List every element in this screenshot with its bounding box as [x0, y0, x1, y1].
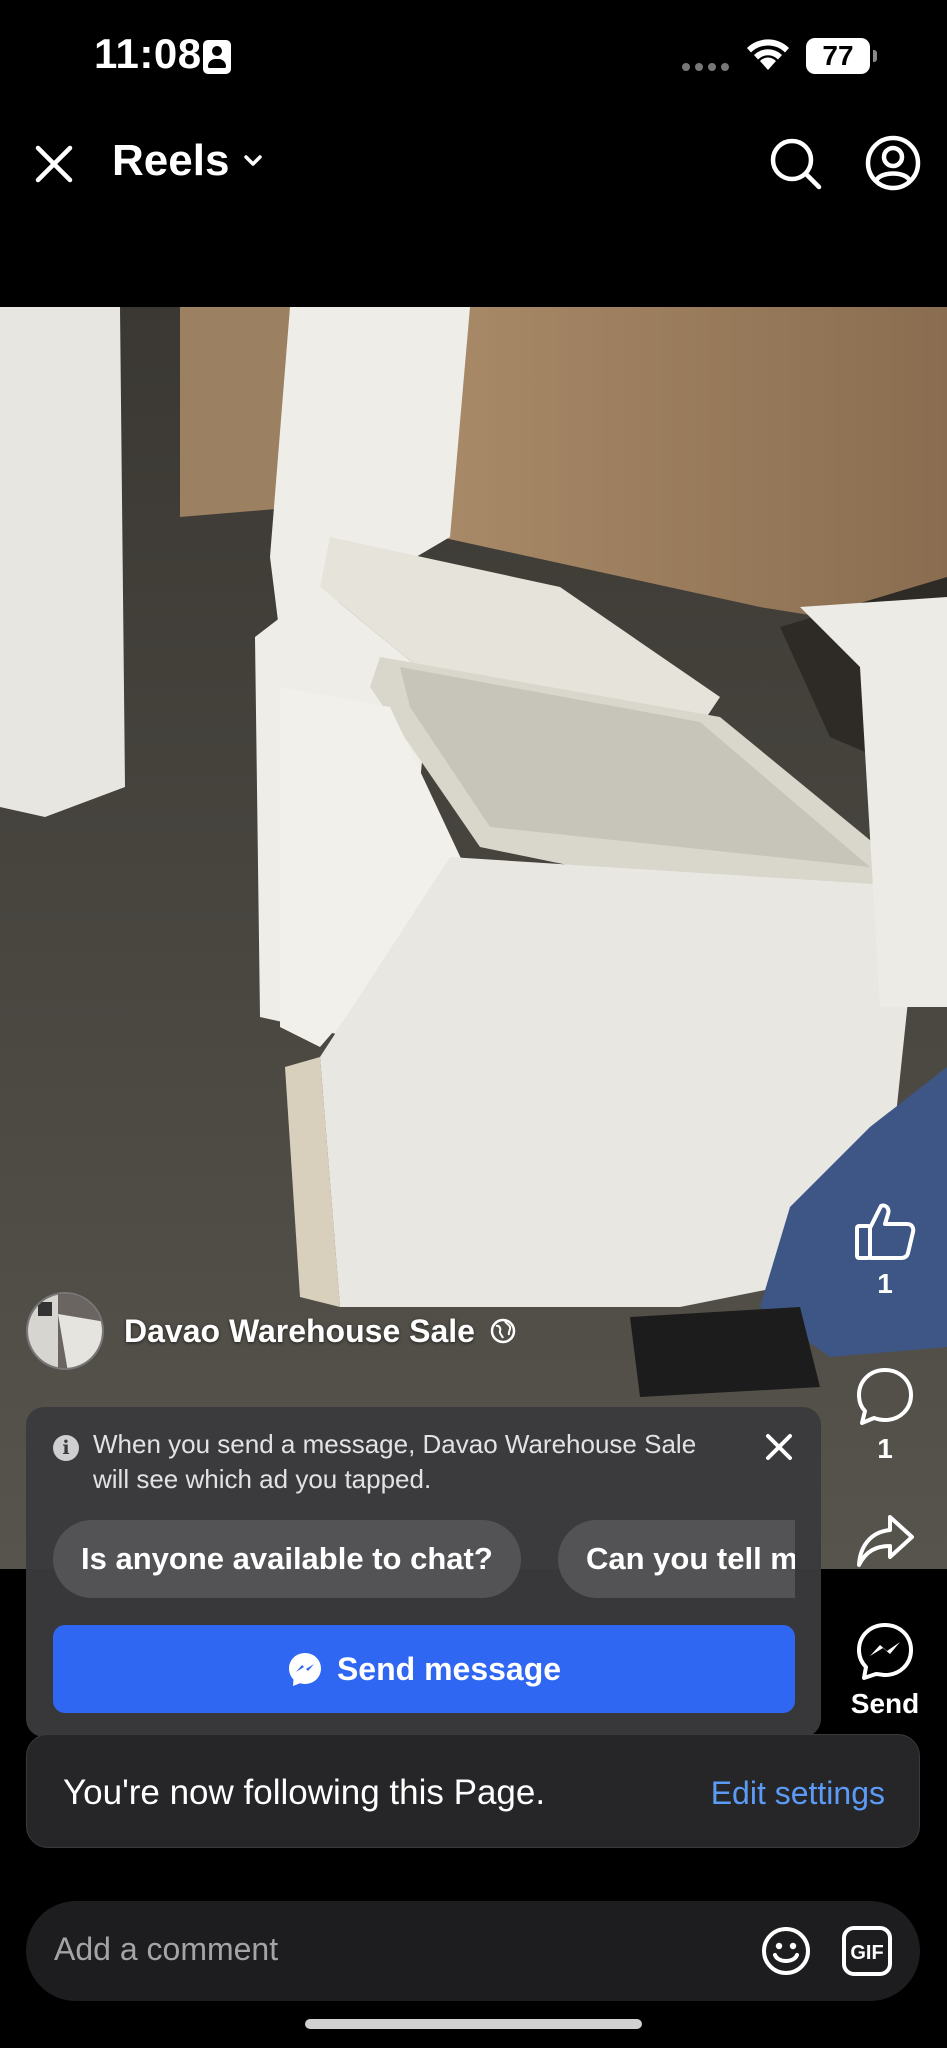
avatar[interactable]	[26, 1292, 104, 1370]
quick-reply-chip[interactable]: Is anyone available to chat?	[53, 1520, 521, 1598]
message-ad-panel: i When you send a message, Davao Warehou…	[26, 1407, 821, 1737]
battery-icon: 77	[806, 38, 877, 74]
quick-reply-chip[interactable]: Can you tell me more about this?	[558, 1520, 795, 1598]
comment-count: 1	[877, 1433, 893, 1464]
page-avatar-image	[28, 1294, 102, 1368]
close-icon	[35, 145, 73, 183]
close-icon	[766, 1434, 792, 1460]
comment-icon	[857, 1368, 913, 1425]
follow-toast: You're now following this Page. Edit set…	[26, 1734, 920, 1848]
messenger-icon	[288, 1653, 321, 1686]
messenger-icon	[857, 1623, 913, 1680]
page-title: Reels	[112, 136, 230, 185]
close-button[interactable]	[28, 138, 80, 190]
search-icon	[770, 138, 822, 190]
chevron-down-icon	[244, 155, 263, 166]
home-indicator	[305, 2019, 642, 2029]
comment-input[interactable]: Add a comment GIF	[26, 1901, 920, 2001]
svg-text:GIF: GIF	[850, 1942, 883, 1964]
video-frame-image	[0, 307, 947, 1569]
profile-icon	[865, 135, 921, 191]
send-message-button[interactable]: Send message	[53, 1625, 795, 1713]
send-button[interactable]: Send	[847, 1620, 923, 1720]
contact-card-icon	[203, 40, 231, 74]
message-disclaimer: When you send a message, Davao Warehouse…	[93, 1429, 697, 1494]
search-button[interactable]	[768, 136, 824, 197]
info-icon: i	[53, 1435, 79, 1461]
like-button[interactable]: 1	[847, 1200, 923, 1300]
comment-button[interactable]: 1	[847, 1365, 923, 1465]
emoji-button[interactable]	[760, 1925, 812, 1982]
reels-dropdown[interactable]: Reels	[112, 136, 263, 186]
thumbs-up-icon	[855, 1203, 916, 1260]
share-button[interactable]	[847, 1513, 923, 1569]
edit-settings-link[interactable]: Edit settings	[711, 1775, 885, 1812]
send-message-label: Send message	[336, 1650, 562, 1687]
emoji-icon	[762, 1927, 810, 1975]
gif-button[interactable]: GIF	[841, 1925, 893, 1982]
reels-header: Reels	[0, 120, 947, 210]
page-name[interactable]: Davao Warehouse Sale	[124, 1313, 475, 1350]
share-icon	[857, 1515, 914, 1567]
like-count: 1	[877, 1268, 893, 1299]
profile-button[interactable]	[864, 134, 922, 197]
comment-placeholder: Add a comment	[54, 1931, 279, 1967]
close-panel-button[interactable]	[759, 1427, 799, 1467]
wifi-icon	[747, 39, 789, 70]
reel-video[interactable]	[0, 307, 947, 1569]
status-time: 11:08	[94, 30, 202, 77]
follow-message: You're now following this Page.	[63, 1773, 546, 1812]
send-label: Send	[850, 1688, 920, 1719]
status-bar: 11:08 77	[0, 0, 947, 110]
globe-icon	[490, 1318, 516, 1344]
cellular-signal-icon	[682, 63, 729, 71]
quick-replies: Is anyone available to chat? Can you tel…	[53, 1520, 795, 1602]
page-info-row[interactable]: Davao Warehouse Sale	[26, 1292, 517, 1370]
gif-icon: GIF	[842, 1926, 892, 1976]
